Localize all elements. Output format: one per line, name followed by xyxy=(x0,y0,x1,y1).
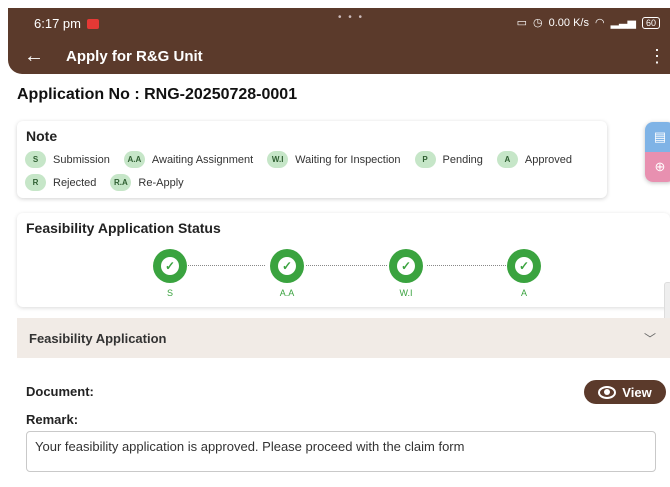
legend-label: Waiting for Inspection xyxy=(295,153,401,166)
app-bar: ← Apply for R&G Unit ⋮ xyxy=(8,38,670,74)
step-label: S xyxy=(166,288,173,298)
step-circle: ✓ xyxy=(153,249,187,283)
status-badge: A.A xyxy=(123,151,145,168)
signal-icon: ▂▃▅ xyxy=(610,17,636,29)
step-circle: ✓ xyxy=(507,249,541,283)
check-icon: ✓ xyxy=(161,257,179,275)
legend-item: R.A Re-Apply xyxy=(110,174,184,191)
legend-label: Re-Apply xyxy=(138,176,184,189)
step-label: A.A xyxy=(279,288,295,298)
cast-icon: ▭ xyxy=(516,17,528,29)
legend-label: Approved xyxy=(524,153,573,166)
status-step: ✓ A.A xyxy=(257,249,317,298)
status-badge: P xyxy=(414,151,436,168)
book-icon[interactable]: ▤ xyxy=(645,122,670,152)
alarm-icon: ◷ xyxy=(533,17,543,29)
step-label: W.I xyxy=(399,288,413,298)
status-step: ✓ S xyxy=(140,249,200,298)
remark-field: Your feasibility application is approved… xyxy=(26,431,656,472)
battery-icon: 60 xyxy=(641,16,660,29)
note-title: Note xyxy=(26,128,58,144)
page-title: Apply for R&G Unit xyxy=(66,47,203,65)
legend-item: R Rejected xyxy=(25,174,96,191)
legend-item: P Pending xyxy=(414,151,483,168)
application-number-value: RNG-20250728-0001 xyxy=(144,86,298,103)
status-badge: S xyxy=(25,151,46,168)
application-number-label: Application No : xyxy=(17,86,140,103)
back-arrow-icon[interactable]: ← xyxy=(24,45,44,68)
search-icon[interactable]: ⊕ xyxy=(645,152,670,182)
status-step: ✓ A xyxy=(494,249,554,298)
legend-row-2: R Rejected R.A Re-Apply xyxy=(25,174,198,191)
clock-time: 6:17 pm xyxy=(34,15,81,31)
mail-icon xyxy=(86,19,99,29)
legend-label: Submission xyxy=(53,153,110,166)
check-icon: ✓ xyxy=(397,257,415,275)
legend-item: A.A Awaiting Assignment xyxy=(123,151,254,168)
system-icons: ▭ ◷ 0.00 K/s ◠ ▂▃▅ 60 xyxy=(517,16,660,29)
floating-action-buttons: ▤ ⊕ xyxy=(645,122,670,182)
remark-label: Remark: xyxy=(26,412,79,427)
application-number: Application No : RNG-20250728-0001 xyxy=(17,86,297,104)
status-badge: R.A xyxy=(110,174,132,191)
eye-icon xyxy=(598,385,617,399)
more-vert-icon[interactable]: ⋮ xyxy=(648,46,666,67)
status-badge: A xyxy=(496,151,518,168)
step-circle: ✓ xyxy=(270,249,304,283)
status-title: Feasibility Application Status xyxy=(26,220,221,236)
feasibility-application-accordion[interactable]: Feasibility Application ﹀ xyxy=(17,318,670,358)
legend-item: A Approved xyxy=(496,151,573,168)
chevron-down-icon[interactable]: ﹀ xyxy=(644,330,656,347)
step-connector xyxy=(306,265,387,266)
status-badge: W.I xyxy=(267,151,289,168)
view-button[interactable]: View xyxy=(584,380,666,404)
net-speed: 0.00 K/s xyxy=(548,16,589,29)
document-section: Document: View Remark: Your feasibility … xyxy=(17,368,670,487)
legend-row-1: S Submission A.A Awaiting Assignment W.I Wa… xyxy=(25,151,586,168)
system-status-bar: 6:17 pm • • • ▭ ◷ 0.00 K/s ◠ ▂▃▅ 60 xyxy=(8,8,670,38)
view-button-label: View xyxy=(622,384,652,400)
check-icon: ✓ xyxy=(278,257,296,275)
wifi-icon: ◠ xyxy=(594,17,605,29)
legend-label: Pending xyxy=(442,153,483,166)
check-icon: ✓ xyxy=(515,257,533,275)
camera-dots: • • • xyxy=(338,12,365,23)
legend-label: Rejected xyxy=(53,176,97,189)
accordion-title: Feasibility Application xyxy=(29,330,167,346)
step-label: A xyxy=(520,288,527,298)
note-card: Note S Submission A.A Awaiting Assignment … xyxy=(17,121,607,198)
legend-item: W.I Waiting for Inspection xyxy=(267,151,401,168)
legend-label: Awaiting Assignment xyxy=(151,153,254,166)
status-step: ✓ W.I xyxy=(376,249,436,298)
step-circle: ✓ xyxy=(389,249,423,283)
legend-item: S Submission xyxy=(25,151,110,168)
feasibility-status-card: Feasibility Application Status ✓ S ✓ A.A… xyxy=(17,213,670,307)
status-badge: R xyxy=(25,174,46,191)
document-label: Document: xyxy=(26,384,94,399)
